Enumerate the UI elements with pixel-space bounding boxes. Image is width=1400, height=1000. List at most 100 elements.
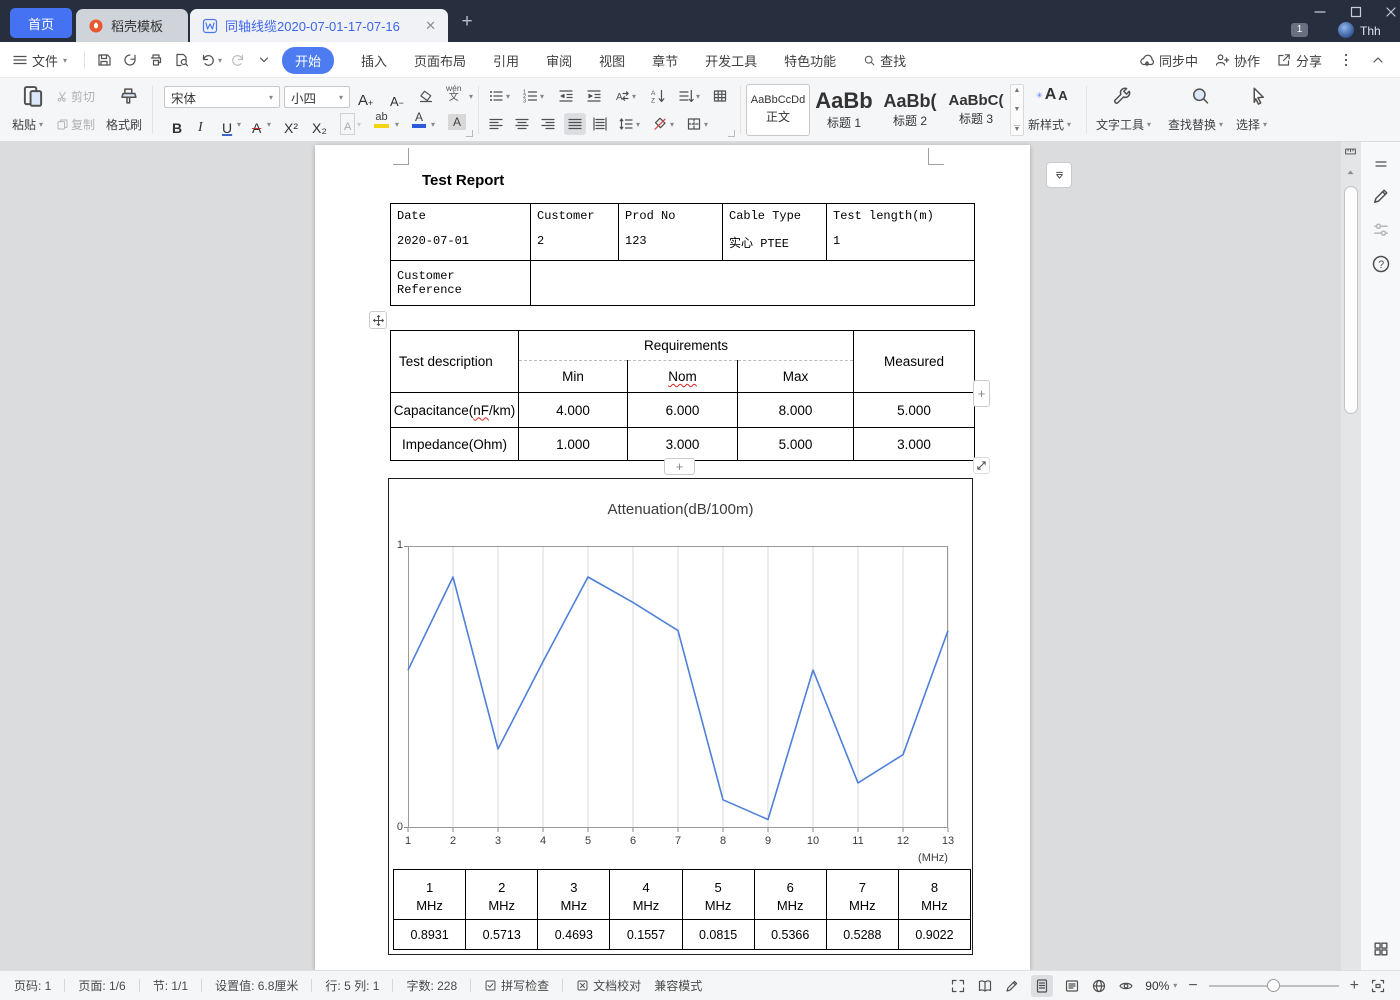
eye-protect-icon[interactable] (1118, 978, 1134, 994)
justify-icon[interactable] (564, 113, 586, 135)
zoom-slider[interactable] (1209, 979, 1339, 993)
chart-object[interactable]: Attenuation(dB/100m) 1 0 123456789101112… (388, 478, 973, 955)
info-cell[interactable]: Test length(m)1 (827, 204, 975, 261)
text-tool-button[interactable]: 文字工具▾ (1096, 116, 1151, 133)
table-resize-handle[interactable] (973, 457, 990, 474)
maximize-button[interactable] (1348, 4, 1364, 20)
table-move-handle[interactable] (369, 311, 387, 329)
menu-tab-6[interactable]: 章节 (652, 51, 678, 70)
distribute-icon[interactable] (592, 116, 608, 132)
menu-tab-0[interactable]: 开始 (282, 47, 334, 74)
text-direction-icon[interactable]: A (614, 88, 630, 104)
undo-dropdown-icon[interactable]: ▾ (218, 42, 222, 78)
undo-button[interactable] (200, 52, 216, 68)
format-painter-button[interactable]: 格式刷 (106, 116, 142, 133)
bullet-dropdown-icon[interactable]: ▾ (506, 92, 510, 101)
format-painter-icon[interactable] (118, 86, 138, 106)
info-cell[interactable]: Customer2 (531, 204, 619, 261)
select-tool-icon[interactable] (1248, 86, 1268, 106)
close-tab-icon[interactable]: ✕ (425, 18, 436, 34)
req-table-cell[interactable]: Measured (854, 331, 975, 393)
web-layout-icon[interactable] (1091, 978, 1107, 994)
strikethrough-dropdown-icon[interactable]: ▾ (267, 120, 271, 129)
freq-table-cell[interactable]: 0.4693 (538, 920, 610, 950)
req-table-cell[interactable]: Requirements (519, 331, 854, 361)
req-table-cell[interactable]: Impedance(Ohm) (391, 428, 519, 461)
close-window-button[interactable] (1383, 4, 1399, 20)
sort-icon[interactable]: AZ (650, 88, 666, 104)
info-cell[interactable]: Prod No123 (619, 204, 723, 261)
new-style-button[interactable]: 新样式▾ (1028, 116, 1071, 133)
highlight-color-button[interactable]: ab (374, 112, 389, 128)
fullscreen-icon[interactable] (950, 978, 966, 994)
req-table-cell[interactable]: Max (738, 361, 854, 393)
home-tab[interactable]: 首页 (10, 8, 72, 38)
menu-tab-1[interactable]: 插入 (361, 51, 387, 70)
req-table-cell[interactable]: 3.000 (628, 428, 738, 461)
subscript-button[interactable]: X₂ (312, 113, 327, 135)
panel-settings-icon[interactable] (1371, 220, 1391, 240)
save-button[interactable] (96, 52, 112, 68)
outline-view-icon[interactable] (1064, 978, 1080, 994)
shading-dropdown-icon[interactable]: ▾ (670, 120, 674, 129)
font-dialog-launcher[interactable] (466, 130, 473, 137)
panel-layout-icon[interactable] (1373, 156, 1389, 172)
minimize-button[interactable] (1312, 4, 1328, 20)
print-layout-button[interactable] (1031, 975, 1053, 997)
freq-table-cell[interactable]: 0.9022 (898, 920, 970, 950)
chart-plot[interactable] (408, 546, 948, 828)
collaborate-button[interactable]: 协作 (1214, 51, 1260, 70)
align-right-icon[interactable] (540, 116, 556, 132)
pinyin-dropdown-icon[interactable]: ▾ (469, 92, 473, 101)
line-spacing-dropdown-icon[interactable]: ▾ (636, 120, 640, 129)
read-mode-icon[interactable] (977, 978, 993, 994)
req-table-cell[interactable]: Capacitance(nF/km) (391, 393, 519, 428)
menu-tab-8[interactable]: 特色功能 (784, 51, 836, 70)
decrease-indent-icon[interactable] (558, 88, 574, 104)
numbered-dropdown-icon[interactable]: ▾ (540, 92, 544, 101)
paragraph-mark-icon[interactable] (678, 88, 694, 104)
freq-table-cell[interactable]: 5MHz (682, 870, 754, 920)
document-heading[interactable]: Test Report (422, 172, 504, 189)
sync-status[interactable]: 同步中 (1139, 51, 1198, 70)
zoom-in-button[interactable]: + (1350, 977, 1359, 995)
req-table-cell[interactable]: 1.000 (519, 428, 628, 461)
font-color-button[interactable]: A (412, 111, 426, 128)
req-table-cell[interactable]: 3.000 (854, 428, 975, 461)
underline-button[interactable]: U (222, 113, 232, 135)
zoom-out-button[interactable]: − (1188, 977, 1197, 995)
info-reference-value[interactable] (531, 261, 975, 306)
info-reference-label[interactable]: Customer Reference (391, 261, 531, 306)
write-mode-icon[interactable] (1004, 978, 1020, 994)
spellcheck-toggle[interactable]: 拼写检查 (484, 977, 549, 994)
proofread-toggle[interactable]: 文档校对 (576, 977, 641, 994)
menu-tab-7[interactable]: 开发工具 (705, 51, 757, 70)
italic-button[interactable]: I (198, 113, 203, 135)
req-table-cell[interactable]: 5.000 (738, 428, 854, 461)
align-left-icon[interactable] (488, 116, 504, 132)
paste-icon[interactable] (20, 83, 46, 109)
shading-icon[interactable] (652, 116, 668, 132)
decrease-font-button[interactable]: A− (390, 86, 404, 108)
style-item-3[interactable]: AaBbC(标题 3 (944, 84, 1008, 136)
find-replace-icon[interactable] (1190, 86, 1210, 106)
font-size-select[interactable]: 小四▾ (284, 86, 350, 108)
export-pdf-button[interactable] (122, 52, 138, 68)
user-avatar[interactable] (1338, 22, 1354, 38)
req-table-cell[interactable]: Min (519, 361, 628, 393)
ruler-toggle-icon[interactable] (1344, 145, 1357, 158)
new-tab-button[interactable]: + (456, 11, 478, 33)
character-border-button[interactable]: A (340, 113, 355, 135)
zoom-level-button[interactable]: 90%▾ (1145, 979, 1177, 993)
freq-table-cell[interactable]: 3MHz (538, 870, 610, 920)
status-item-0[interactable]: 页码: 1 (14, 977, 51, 994)
req-table-cell[interactable]: Nom (628, 361, 738, 393)
paste-button[interactable]: 粘贴▾ (12, 116, 43, 133)
page-options-button[interactable] (1046, 162, 1072, 188)
gallery-up-icon[interactable]: ▲ (1014, 87, 1021, 94)
freq-table-cell[interactable]: 0.5288 (826, 920, 898, 950)
font-name-select[interactable]: 宋体▾ (164, 86, 280, 108)
increase-indent-icon[interactable] (586, 88, 602, 104)
copy-button[interactable]: 复制 (56, 116, 95, 133)
req-table-cell[interactable]: 8.000 (738, 393, 854, 428)
